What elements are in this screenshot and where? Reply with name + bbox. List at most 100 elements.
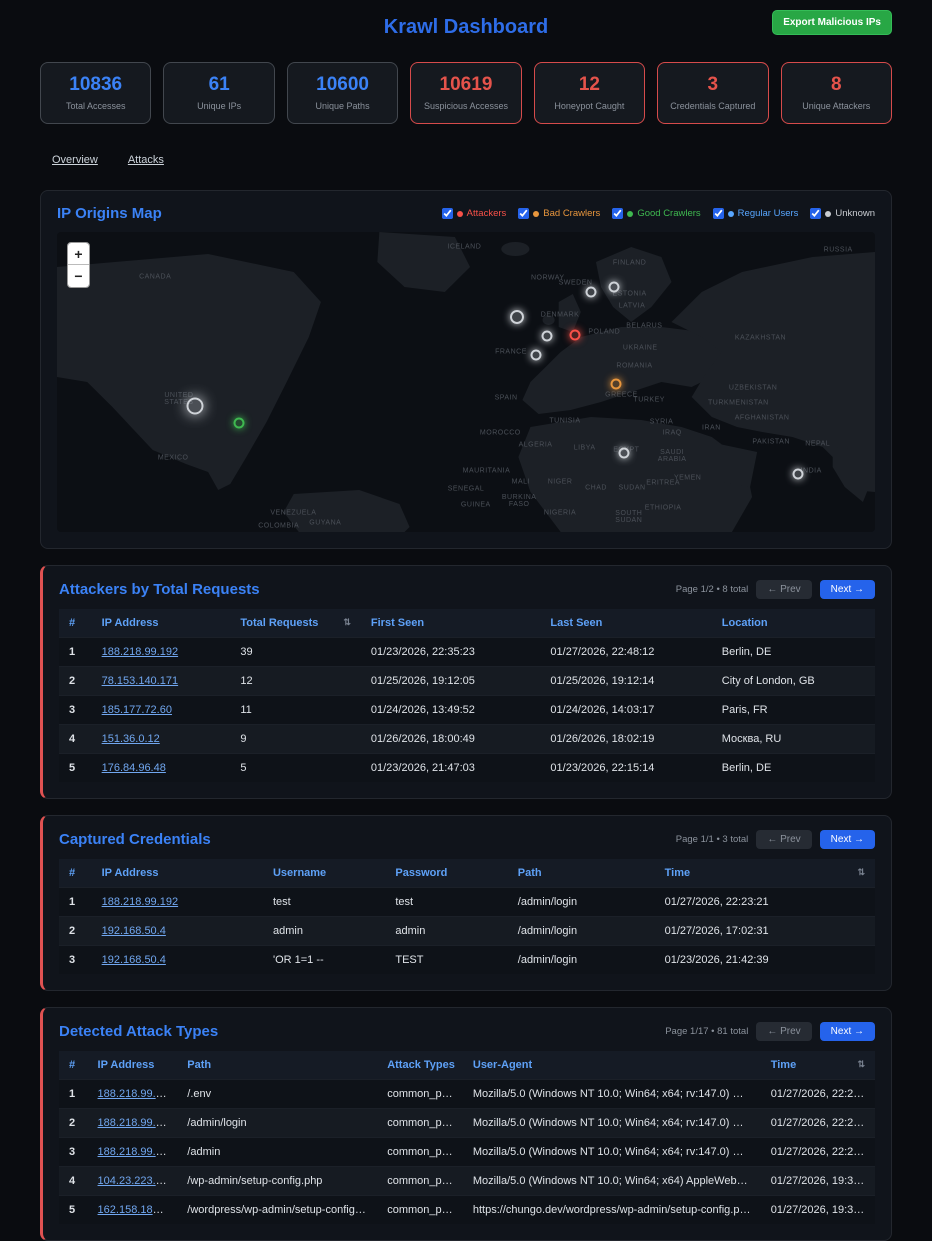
legend-checkbox[interactable] (810, 208, 821, 219)
world-map-svg (57, 232, 875, 532)
attack-types-table: #IP AddressPathAttack TypesUser-AgentTim… (59, 1051, 875, 1224)
tab-attacks[interactable]: Attacks (128, 154, 164, 166)
ip-link[interactable]: 185.177.72.60 (102, 704, 172, 716)
map-marker-unknown[interactable] (609, 281, 620, 292)
ip-link[interactable]: 188.218.99.192 (98, 1088, 174, 1100)
page-header: Krawl Dashboard Export Malicious IPs (40, 6, 892, 48)
table-cell: 01/23/2026, 21:42:39 (655, 946, 875, 975)
stat-label: Unique Attackers (786, 101, 887, 111)
tab-overview[interactable]: Overview (52, 154, 98, 166)
column-header[interactable]: Last Seen (540, 609, 711, 638)
column-header[interactable]: Time⇅ (655, 859, 875, 888)
table-cell: common_probes (377, 1138, 463, 1167)
map-marker-good_crawler[interactable] (233, 418, 244, 429)
ip-link[interactable]: 188.218.99.192 (98, 1146, 174, 1158)
prev-page-button[interactable]: ← Prev (756, 580, 811, 599)
table-cell: 5 (230, 754, 361, 783)
ip-link[interactable]: 192.168.50.4 (102, 925, 166, 937)
page-title: Krawl Dashboard (384, 16, 548, 39)
stat-value: 3 (662, 74, 763, 96)
sort-icon[interactable]: ⇅ (857, 867, 865, 878)
legend-checkbox[interactable] (442, 208, 453, 219)
table-cell: common_probes (377, 1196, 463, 1225)
ip-link[interactable]: 104.23.223.128 (98, 1175, 174, 1187)
legend-dot-icon (533, 211, 539, 217)
stat-card: 61Unique IPs (163, 62, 274, 124)
prev-page-button[interactable]: ← Prev (756, 830, 811, 849)
next-page-button[interactable]: Next → (820, 580, 875, 599)
ip-link[interactable]: 188.218.99.192 (98, 1117, 174, 1129)
table-cell: 01/24/2026, 14:03:17 (540, 696, 711, 725)
map-marker-unknown[interactable] (793, 469, 804, 480)
prev-page-button[interactable]: ← Prev (756, 1022, 811, 1041)
table-cell: 3 (59, 696, 92, 725)
legend-checkbox[interactable] (713, 208, 724, 219)
attackers-table: #IP AddressTotal Requests⇅First SeenLast… (59, 609, 875, 782)
pagination: Page 1/1 • 3 total ← Prev Next → (676, 830, 875, 849)
table-cell: 01/26/2026, 18:02:19 (540, 725, 711, 754)
table-cell: /admin/login (508, 946, 655, 975)
table-cell: 151.36.0.12 (92, 725, 231, 754)
zoom-in-button[interactable]: + (68, 243, 89, 265)
next-page-button[interactable]: Next → (820, 830, 875, 849)
column-header[interactable]: Path (508, 859, 655, 888)
legend-checkbox[interactable] (518, 208, 529, 219)
table-cell: https://chungo.dev/wordpress/wp-admin/se… (463, 1196, 761, 1225)
column-header[interactable]: Password (385, 859, 507, 888)
map-marker-unknown[interactable] (531, 350, 542, 361)
ip-link[interactable]: 188.218.99.192 (102, 896, 178, 908)
ip-link[interactable]: 151.36.0.12 (102, 733, 160, 745)
column-header[interactable]: Attack Types (377, 1051, 463, 1080)
ip-link[interactable]: 188.218.99.192 (102, 646, 178, 658)
column-header[interactable]: User-Agent (463, 1051, 761, 1080)
table-row: 5176.84.96.48501/23/2026, 21:47:0301/23/… (59, 754, 875, 783)
map-marker-unknown[interactable] (510, 310, 524, 324)
world-map[interactable]: + − ICELANDCANADARUSSIAFINLANDNORWAYSWED… (57, 232, 875, 532)
ip-link[interactable]: 176.84.96.48 (102, 762, 166, 774)
column-header[interactable]: Username (263, 859, 385, 888)
legend-label: Attackers (467, 208, 507, 219)
sort-icon[interactable]: ⇅ (857, 1059, 865, 1070)
column-header[interactable]: First Seen (361, 609, 541, 638)
table-cell: common_probes (377, 1109, 463, 1138)
legend-checkbox[interactable] (612, 208, 623, 219)
sort-icon[interactable]: ⇅ (343, 617, 351, 628)
table-cell: 185.177.72.60 (92, 696, 231, 725)
column-header[interactable]: IP Address (92, 859, 263, 888)
column-header[interactable]: # (59, 1051, 88, 1080)
column-header[interactable]: Location (712, 609, 875, 638)
table-card-header: Attackers by Total Requests Page 1/2 • 8… (59, 580, 875, 599)
ip-link[interactable]: 162.158.182.104 (98, 1204, 178, 1216)
column-header[interactable]: IP Address (88, 1051, 178, 1080)
stat-card: 12Honeypot Caught (534, 62, 645, 124)
table-cell: 01/23/2026, 22:15:14 (540, 754, 711, 783)
credentials-table: #IP AddressUsernamePasswordPathTime⇅ 118… (59, 859, 875, 974)
export-malicious-ips-button[interactable]: Export Malicious IPs (772, 10, 892, 35)
map-marker-unknown[interactable] (541, 331, 552, 342)
table-cell: 01/27/2026, 22:22:54 (761, 1138, 875, 1167)
legend-item: Attackers (442, 208, 507, 219)
map-marker-attacker[interactable] (569, 329, 580, 340)
table-row: 3192.168.50.4'OR 1=1 --TEST/admin/login0… (59, 946, 875, 975)
map-marker-unknown[interactable] (187, 398, 204, 415)
column-header[interactable]: Total Requests⇅ (230, 609, 361, 638)
ip-link[interactable]: 78.153.140.171 (102, 675, 178, 687)
stat-label: Unique IPs (168, 101, 269, 111)
zoom-out-button[interactable]: − (68, 265, 89, 287)
column-header[interactable]: IP Address (92, 609, 231, 638)
column-header[interactable]: # (59, 859, 92, 888)
column-header[interactable]: Path (177, 1051, 377, 1080)
stat-label: Suspicious Accesses (415, 101, 516, 111)
column-header[interactable]: # (59, 609, 92, 638)
dashboard-page: Krawl Dashboard Export Malicious IPs 108… (40, 0, 892, 1241)
next-page-button[interactable]: Next → (820, 1022, 875, 1041)
map-marker-unknown[interactable] (586, 287, 597, 298)
table-cell: 3 (59, 1138, 88, 1167)
table-cell: Berlin, DE (712, 638, 875, 667)
column-header[interactable]: Time⇅ (761, 1051, 875, 1080)
stat-label: Honeypot Caught (539, 101, 640, 111)
map-marker-bad_crawler[interactable] (610, 379, 621, 390)
ip-link[interactable]: 192.168.50.4 (102, 954, 166, 966)
table-cell: 01/27/2026, 19:35:33 (761, 1196, 875, 1225)
map-marker-unknown[interactable] (618, 448, 629, 459)
